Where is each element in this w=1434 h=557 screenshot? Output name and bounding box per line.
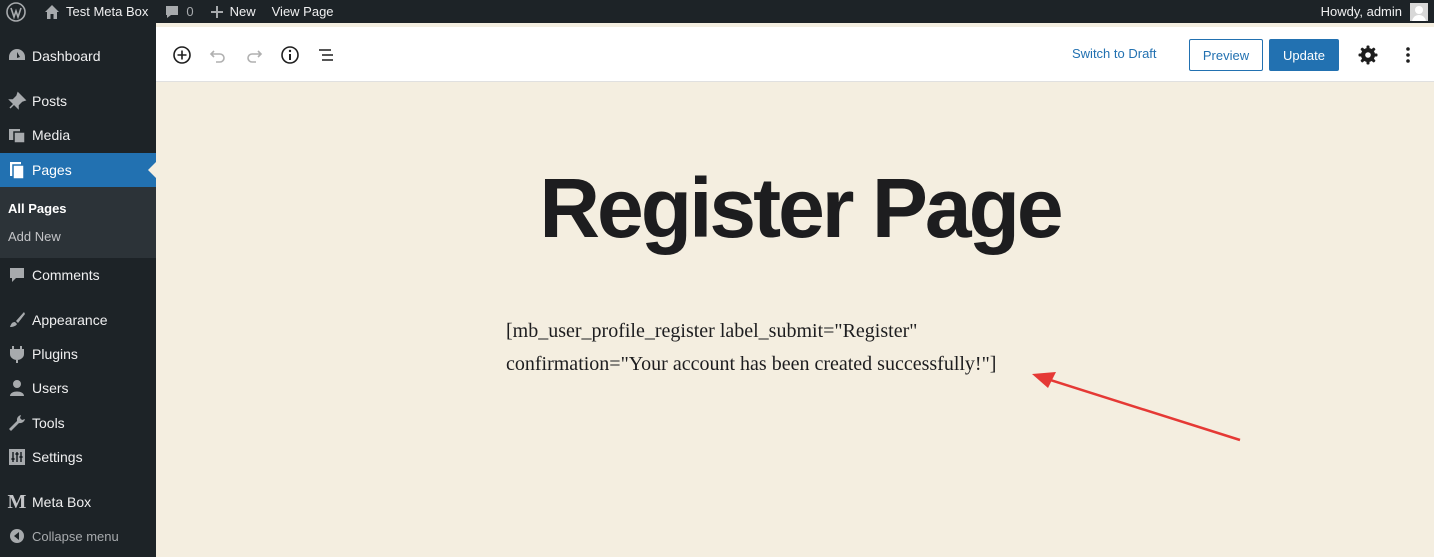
shortcode-block[interactable]: [mb_user_profile_register label_submit="… bbox=[506, 315, 1066, 381]
comments-link[interactable]: 0 bbox=[156, 0, 201, 23]
meta-box-logo: M bbox=[7, 490, 27, 513]
shortcode-line-2: confirmation="Your account has been crea… bbox=[506, 353, 997, 375]
sidebar-item-settings[interactable]: Settings bbox=[0, 440, 156, 474]
redo-button[interactable] bbox=[242, 43, 266, 67]
brush-icon bbox=[0, 310, 32, 330]
sidebar-item-tools[interactable]: Tools bbox=[0, 406, 156, 440]
admin-sidebar: Dashboard Posts Media Pages All Pages Ad… bbox=[0, 23, 156, 557]
account-menu[interactable]: Howdy, admin bbox=[1320, 2, 1434, 21]
pages-icon bbox=[0, 160, 32, 180]
sidebar-item-meta-box[interactable]: M Meta Box bbox=[0, 485, 156, 519]
details-button[interactable] bbox=[278, 43, 302, 67]
settings-button[interactable] bbox=[1356, 43, 1380, 67]
new-label: New bbox=[229, 4, 256, 19]
update-button[interactable]: Update bbox=[1269, 39, 1339, 71]
admin-bar: Test Meta Box 0 New View Page Howdy, adm… bbox=[0, 0, 1434, 23]
sidebar-item-users[interactable]: Users bbox=[0, 371, 156, 405]
collapse-arrow-icon bbox=[0, 528, 32, 544]
site-name-link[interactable]: Test Meta Box bbox=[36, 0, 156, 23]
shortcode-line-1: [mb_user_profile_register label_submit="… bbox=[506, 320, 918, 342]
avatar bbox=[1410, 2, 1428, 21]
wrench-icon bbox=[0, 413, 32, 433]
editor-toolbar: Switch to Draft Preview Update bbox=[156, 27, 1434, 82]
collapse-menu-button[interactable]: Collapse menu bbox=[0, 519, 156, 553]
plugin-icon bbox=[0, 344, 32, 364]
list-view-icon bbox=[319, 49, 333, 61]
more-vertical-icon bbox=[1406, 47, 1410, 63]
plus-circle-icon bbox=[173, 46, 191, 64]
site-name: Test Meta Box bbox=[66, 4, 149, 19]
annotation-arrow bbox=[1032, 372, 1241, 442]
sidebar-item-posts[interactable]: Posts bbox=[0, 84, 156, 118]
media-icon bbox=[0, 125, 32, 145]
sidebar-item-pages[interactable]: Pages bbox=[0, 153, 156, 187]
pin-icon bbox=[0, 91, 32, 111]
switch-to-draft-button[interactable]: Switch to Draft bbox=[1072, 46, 1157, 61]
gear-icon bbox=[1358, 45, 1378, 65]
redo-icon bbox=[247, 50, 263, 63]
view-page-link[interactable]: View Page bbox=[264, 0, 342, 23]
comments-count: 0 bbox=[186, 4, 194, 19]
info-icon bbox=[281, 46, 299, 64]
wordpress-logo-icon[interactable] bbox=[0, 0, 36, 23]
submenu-add-new[interactable]: Add New bbox=[8, 229, 61, 244]
add-block-button[interactable] bbox=[170, 43, 194, 67]
comment-icon bbox=[0, 265, 32, 285]
preview-button[interactable]: Preview bbox=[1189, 39, 1263, 71]
sidebar-item-plugins[interactable]: Plugins bbox=[0, 337, 156, 371]
settings-icon bbox=[0, 447, 32, 467]
howdy-text: Howdy, admin bbox=[1320, 4, 1402, 19]
home-icon bbox=[45, 4, 59, 19]
sidebar-item-dashboard[interactable]: Dashboard bbox=[0, 39, 156, 73]
user-icon bbox=[0, 378, 32, 398]
new-content-link[interactable]: New bbox=[202, 0, 264, 23]
sidebar-item-comments[interactable]: Comments bbox=[0, 258, 156, 292]
comment-icon bbox=[166, 5, 179, 18]
dashboard-icon bbox=[0, 46, 32, 66]
list-view-button[interactable] bbox=[314, 43, 338, 67]
sidebar-item-appearance[interactable]: Appearance bbox=[0, 303, 156, 337]
sidebar-item-media[interactable]: Media bbox=[0, 118, 156, 152]
undo-icon bbox=[209, 50, 225, 63]
undo-button[interactable] bbox=[206, 43, 230, 67]
submenu-all-pages[interactable]: All Pages bbox=[8, 201, 67, 216]
plus-icon bbox=[210, 5, 223, 18]
pages-submenu: All Pages Add New bbox=[0, 187, 156, 258]
page-title[interactable]: Register Page bbox=[520, 160, 1080, 256]
options-menu-button[interactable] bbox=[1396, 43, 1420, 67]
